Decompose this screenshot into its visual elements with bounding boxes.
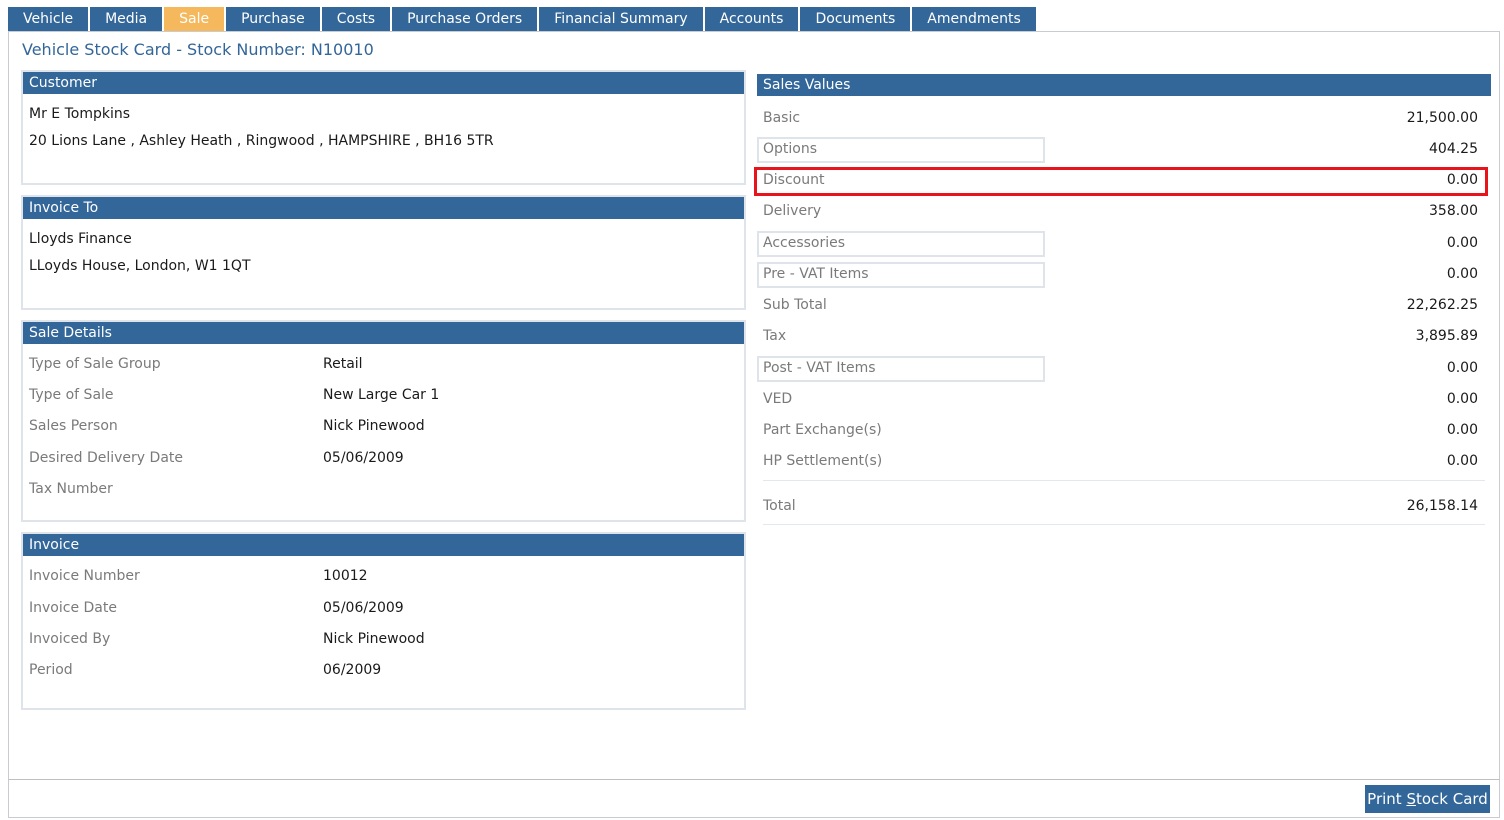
invoice-value: 10012 xyxy=(323,568,368,584)
divider xyxy=(763,480,1485,481)
customer-panel: Customer Mr E Tompkins 20 Lions Lane , A… xyxy=(21,70,746,185)
invoice-label: Period xyxy=(29,662,73,678)
footer-bar xyxy=(8,780,1500,818)
sales-value-row: Tax 3,895.89 xyxy=(757,324,1491,350)
tab-bar: Vehicle Media Sale Purchase Costs Purcha… xyxy=(8,7,1038,32)
customer-address: 20 Lions Lane , Ashley Heath , Ringwood … xyxy=(29,133,494,149)
sale-detail-value: 05/06/2009 xyxy=(323,450,404,466)
tab-purchase[interactable]: Purchase xyxy=(226,7,320,32)
sales-value-label[interactable]: Accessories xyxy=(763,235,845,251)
sales-value-row: HP Settlement(s) 0.00 xyxy=(757,449,1491,475)
sales-value-label[interactable]: Pre - VAT Items xyxy=(763,266,869,282)
sales-value-label[interactable]: Post - VAT Items xyxy=(763,360,876,376)
customer-heading: Customer xyxy=(23,72,744,94)
invoice-label: Invoiced By xyxy=(29,631,111,647)
sales-value-amount: 0.00 xyxy=(1446,360,1478,376)
sale-detail-value: New Large Car 1 xyxy=(323,387,440,403)
print-stock-card-button[interactable]: Print Stock Card xyxy=(1365,785,1490,813)
invoice-to-panel: Invoice To Lloyds Finance LLoyds House, … xyxy=(21,195,746,310)
tab-costs[interactable]: Costs xyxy=(321,7,391,32)
sales-value-amount: 0.00 xyxy=(1446,422,1478,438)
discount-highlight xyxy=(754,167,1488,196)
invoice-value: 05/06/2009 xyxy=(323,600,404,616)
sale-detail-value: Retail xyxy=(323,356,363,372)
sale-details-panel: Sale Details Type of Sale Group Retail T… xyxy=(21,320,746,522)
sales-value-row: Accessories 0.00 xyxy=(757,231,1491,257)
sales-value-amount: 358.00 xyxy=(1429,203,1478,219)
divider xyxy=(763,524,1485,525)
sales-value-amount: 0.00 xyxy=(1446,235,1478,251)
invoice-to-heading: Invoice To xyxy=(23,197,744,219)
tab-financial-summary[interactable]: Financial Summary xyxy=(539,7,703,32)
customer-name: Mr E Tompkins xyxy=(29,106,131,122)
sale-detail-value: Nick Pinewood xyxy=(323,418,425,434)
sales-value-amount: 0.00 xyxy=(1446,453,1478,469)
tab-media[interactable]: Media xyxy=(90,7,163,32)
sale-detail-label: Type of Sale xyxy=(29,387,114,403)
tab-sale[interactable]: Sale xyxy=(164,7,225,32)
invoice-label: Invoice Date xyxy=(29,600,117,616)
sales-value-row: Post - VAT Items 0.00 xyxy=(757,356,1491,382)
tab-accounts[interactable]: Accounts xyxy=(704,7,799,32)
sales-value-row: Sub Total 22,262.25 xyxy=(757,293,1491,319)
invoice-heading: Invoice xyxy=(23,534,744,556)
sales-value-row: Basic 21,500.00 xyxy=(757,106,1491,132)
sales-value-amount: 0.00 xyxy=(1446,391,1478,407)
print-button-label-pre: Print xyxy=(1367,790,1407,808)
tab-vehicle[interactable]: Vehicle xyxy=(8,7,89,32)
invoice-value: Nick Pinewood xyxy=(323,631,425,647)
sales-value-row: Part Exchange(s) 0.00 xyxy=(757,418,1491,444)
tab-purchase-orders[interactable]: Purchase Orders xyxy=(392,7,538,32)
invoice-to-name: Lloyds Finance xyxy=(29,231,132,247)
invoice-label: Invoice Number xyxy=(29,568,140,584)
sale-detail-label: Type of Sale Group xyxy=(29,356,161,372)
sales-value-amount: 0.00 xyxy=(1446,266,1478,282)
invoice-value: 06/2009 xyxy=(323,662,382,678)
print-button-label-post: tock Card xyxy=(1415,790,1488,808)
tab-documents[interactable]: Documents xyxy=(800,7,911,32)
sale-detail-label: Tax Number xyxy=(29,481,113,497)
sales-value-row: VED 0.00 xyxy=(757,387,1491,413)
sales-value-row: Delivery 358.00 xyxy=(757,199,1491,225)
sales-value-label: HP Settlement(s) xyxy=(763,453,883,469)
sales-value-amount: 22,262.25 xyxy=(1406,297,1478,313)
sales-value-label: Tax xyxy=(763,328,787,344)
sales-value-label: Delivery xyxy=(763,203,822,219)
page-title: Vehicle Stock Card - Stock Number: N1001… xyxy=(22,40,374,59)
sales-value-label: Basic xyxy=(763,110,801,126)
sales-value-label: VED xyxy=(763,391,793,407)
sales-value-amount: 3,895.89 xyxy=(1415,328,1478,344)
sales-value-row: Pre - VAT Items 0.00 xyxy=(757,262,1491,288)
sales-value-row: Options 404.25 xyxy=(757,137,1491,163)
print-button-accel: S xyxy=(1406,790,1416,808)
sale-detail-label: Desired Delivery Date xyxy=(29,450,183,466)
tab-amendments[interactable]: Amendments xyxy=(912,7,1036,32)
invoice-panel: Invoice Invoice Number 10012 Invoice Dat… xyxy=(21,532,746,710)
sales-value-label[interactable]: Options xyxy=(763,141,817,157)
sales-total-row: Total 26,158.14 xyxy=(757,494,1491,520)
sales-value-label: Part Exchange(s) xyxy=(763,422,882,438)
invoice-to-address: LLoyds House, London, W1 1QT xyxy=(29,258,251,274)
sales-value-amount: 404.25 xyxy=(1429,141,1478,157)
sale-detail-label: Sales Person xyxy=(29,418,118,434)
sales-value-amount: 21,500.00 xyxy=(1406,110,1478,126)
total-label: Total xyxy=(763,498,796,514)
sales-value-label: Sub Total xyxy=(763,297,827,313)
sales-values-heading: Sales Values xyxy=(757,74,1491,96)
sale-details-heading: Sale Details xyxy=(23,322,744,344)
total-value: 26,158.14 xyxy=(1406,498,1478,514)
